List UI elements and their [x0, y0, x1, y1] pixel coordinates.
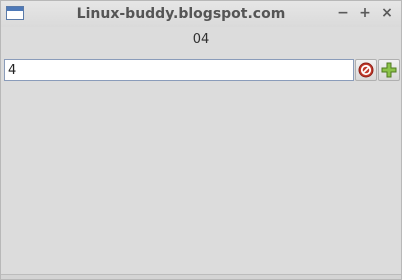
add-button[interactable] — [378, 59, 400, 81]
text-entry[interactable] — [4, 59, 354, 81]
add-icon — [381, 62, 397, 78]
window-icon-bar — [7, 7, 23, 11]
app-window: Linux-buddy.blogspot.com − + × 04 — [0, 0, 402, 280]
clear-icon — [358, 62, 374, 78]
window-icon[interactable] — [6, 6, 24, 20]
minimize-button[interactable]: − — [334, 4, 352, 22]
title-bar[interactable]: Linux-buddy.blogspot.com − + × — [1, 1, 401, 27]
clear-button[interactable] — [355, 59, 377, 81]
window-title: Linux-buddy.blogspot.com — [76, 6, 286, 22]
close-button[interactable]: × — [378, 4, 396, 22]
maximize-button[interactable]: + — [356, 4, 374, 22]
status-strip — [1, 274, 401, 279]
result-label: 04 — [192, 32, 210, 47]
